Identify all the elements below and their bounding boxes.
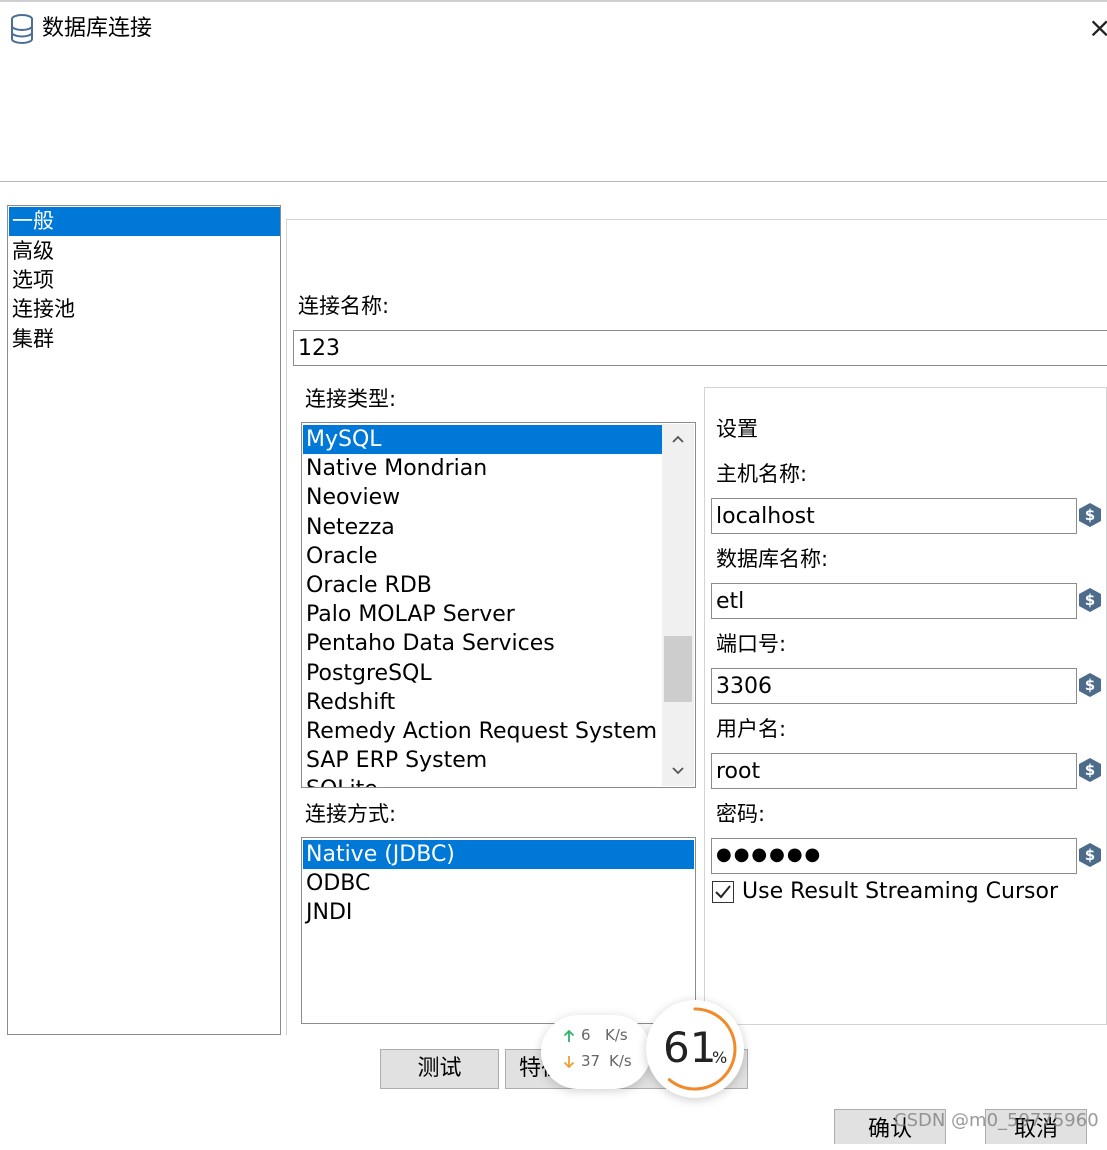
database-name-input[interactable] — [711, 583, 1077, 619]
nav-list: 一般 高级 选项 连接池 集群 — [7, 205, 281, 1035]
test-button[interactable]: 测试 — [380, 1049, 499, 1089]
username-label: 用户名: — [716, 717, 787, 741]
list-item[interactable]: SAP ERP System — [303, 746, 487, 775]
svg-text:$: $ — [1085, 676, 1095, 694]
list-item[interactable]: Remedy Action Request System — [303, 717, 657, 746]
list-item[interactable]: Oracle — [303, 542, 378, 571]
list-item[interactable]: Native Mondrian — [303, 454, 487, 483]
nav-item-cluster[interactable]: 集群 — [9, 325, 280, 354]
host-label: 主机名称: — [716, 462, 808, 486]
variable-dollar-icon[interactable]: $ — [1077, 502, 1103, 528]
cpu-usage-gauge[interactable]: 61 % — [646, 1000, 744, 1098]
upload-speed-value: 6 — [581, 1026, 591, 1044]
database-icon — [11, 14, 33, 44]
scroll-up-icon[interactable] — [662, 424, 694, 454]
nav-item-advanced[interactable]: 高级 — [9, 237, 280, 266]
variable-dollar-icon[interactable]: $ — [1077, 587, 1103, 613]
download-arrow-icon — [563, 1056, 575, 1069]
checkmark-icon — [715, 885, 731, 899]
list-item[interactable]: Redshift — [303, 688, 395, 717]
streaming-cursor-checkbox[interactable] — [712, 881, 734, 903]
scrollbar-thumb[interactable] — [664, 636, 692, 702]
download-speed-unit: K/s — [609, 1052, 632, 1070]
list-item[interactable]: Palo MOLAP Server — [303, 600, 515, 629]
access-method-label: 连接方式: — [305, 802, 397, 826]
list-item[interactable]: ODBC — [303, 869, 370, 898]
username-input[interactable] — [711, 753, 1077, 789]
download-speed-value: 37 — [581, 1052, 601, 1070]
access-method-list[interactable]: Native (JDBC) ODBC JNDI — [301, 837, 696, 1024]
connection-name-label: 连接名称: — [298, 294, 390, 318]
password-input[interactable]: ●●●●●● — [711, 838, 1077, 874]
host-input[interactable] — [711, 498, 1077, 534]
list-item[interactable]: Netezza — [303, 513, 395, 542]
header-separator — [0, 181, 1107, 182]
connection-name-input[interactable] — [293, 330, 1107, 366]
streaming-cursor-label: Use Result Streaming Cursor — [742, 879, 1058, 904]
port-label: 端口号: — [716, 632, 787, 656]
close-icon[interactable]: × — [1088, 10, 1107, 46]
variable-dollar-icon[interactable]: $ — [1077, 842, 1103, 868]
list-item[interactable]: PostgreSQL — [303, 659, 432, 688]
svg-text:$: $ — [1085, 846, 1095, 864]
list-item[interactable]: Native (JDBC) — [303, 840, 694, 869]
connection-type-list[interactable]: MySQL Native Mondrian Neoview Netezza Or… — [301, 422, 696, 788]
network-speed-widget[interactable]: 6 K/s 37 K/s — [541, 1015, 651, 1089]
cpu-usage-value: 61 — [663, 1023, 717, 1072]
upload-arrow-icon — [563, 1029, 575, 1042]
nav-item-pooling[interactable]: 连接池 — [9, 295, 280, 324]
list-item[interactable]: JNDI — [303, 898, 352, 927]
list-item[interactable]: SQLite — [303, 775, 378, 787]
cpu-usage-unit: % — [712, 1048, 728, 1067]
list-item[interactable]: Neoview — [303, 483, 400, 512]
svg-text:$: $ — [1085, 591, 1095, 609]
svg-text:$: $ — [1085, 506, 1095, 524]
nav-item-options[interactable]: 选项 — [9, 266, 280, 295]
connection-type-label: 连接类型: — [305, 387, 397, 411]
list-item[interactable]: Pentaho Data Services — [303, 629, 555, 658]
password-label: 密码: — [716, 802, 766, 826]
list-item[interactable]: Oracle RDB — [303, 571, 432, 600]
list-item[interactable]: MySQL — [303, 425, 662, 454]
variable-dollar-icon[interactable]: $ — [1077, 757, 1103, 783]
window-top-border — [0, 0, 1107, 2]
upload-speed-unit: K/s — [605, 1026, 628, 1044]
scroll-down-icon[interactable] — [662, 756, 694, 786]
variable-dollar-icon[interactable]: $ — [1077, 672, 1103, 698]
window-title: 数据库连接 — [42, 16, 153, 41]
port-input[interactable] — [711, 668, 1077, 704]
nav-item-general[interactable]: 一般 — [9, 207, 280, 236]
settings-title: 设置 — [716, 417, 758, 441]
connection-type-scrollbar[interactable] — [662, 424, 694, 786]
watermark: CSDN @m0_59775960 — [894, 1110, 1099, 1131]
svg-text:$: $ — [1085, 761, 1095, 779]
database-name-label: 数据库名称: — [716, 547, 829, 571]
